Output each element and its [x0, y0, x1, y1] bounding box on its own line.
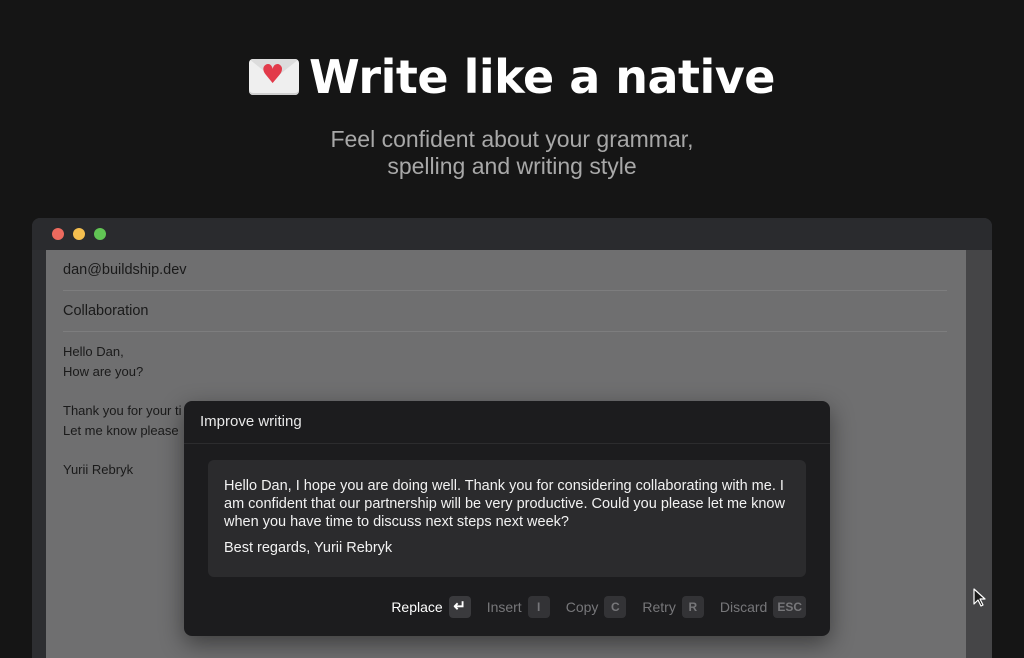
- popup-actions: Replace ↵ Insert I Copy C Retry R Discar…: [391, 596, 806, 618]
- discard-label: Discard: [719, 599, 768, 615]
- return-key-icon: ↵: [448, 596, 471, 618]
- retry-button[interactable]: Retry R: [642, 596, 704, 618]
- hero-subtitle-line2: spelling and writing style: [387, 153, 637, 179]
- discard-button[interactable]: Discard ESC: [720, 596, 806, 618]
- body-line: Hello Dan,: [63, 344, 124, 359]
- insert-button[interactable]: Insert I: [487, 596, 550, 618]
- insert-label: Insert: [486, 599, 522, 615]
- hero-subtitle-line1: Feel confident about your grammar,: [330, 126, 694, 152]
- hero-title: ♥ Write like a native: [0, 50, 1024, 104]
- hero-section: ♥ Write like a native Feel confident abo…: [0, 0, 1024, 210]
- mouse-pointer-icon: [973, 588, 986, 607]
- hero-subtitle: Feel confident about your grammar, spell…: [0, 126, 1024, 180]
- popup-title: Improve writing: [184, 401, 830, 444]
- hero-title-text: Write like a native: [309, 50, 775, 104]
- subject-field[interactable]: Collaboration: [63, 291, 947, 332]
- minimize-window-button[interactable]: [73, 228, 85, 240]
- copy-shortcut-key: C: [604, 596, 627, 618]
- body-line: How are you?: [63, 364, 144, 379]
- replace-button[interactable]: Replace ↵: [391, 596, 471, 618]
- escape-key: ESC: [773, 596, 806, 618]
- copy-button[interactable]: Copy C: [566, 596, 627, 618]
- zoom-window-button[interactable]: [94, 228, 106, 240]
- retry-shortcut-key: R: [681, 596, 704, 618]
- to-field[interactable]: dan@buildship.dev: [63, 250, 947, 291]
- insert-shortcut-key: I: [527, 596, 550, 618]
- love-letter-icon: ♥: [249, 59, 299, 95]
- suggestion-signoff: Best regards, Yurii Rebryk: [224, 540, 393, 556]
- copy-label: Copy: [565, 599, 599, 615]
- replace-label: Replace: [391, 599, 443, 615]
- window-titlebar: [32, 218, 992, 250]
- improve-writing-popup: Improve writing Hello Dan, I hope you ar…: [184, 401, 830, 636]
- retry-label: Retry: [642, 599, 676, 615]
- close-window-button[interactable]: [52, 228, 64, 240]
- suggestion-text: Hello Dan, I hope you are doing well. Th…: [224, 478, 785, 530]
- suggestion-box: Hello Dan, I hope you are doing well. Th…: [208, 460, 806, 577]
